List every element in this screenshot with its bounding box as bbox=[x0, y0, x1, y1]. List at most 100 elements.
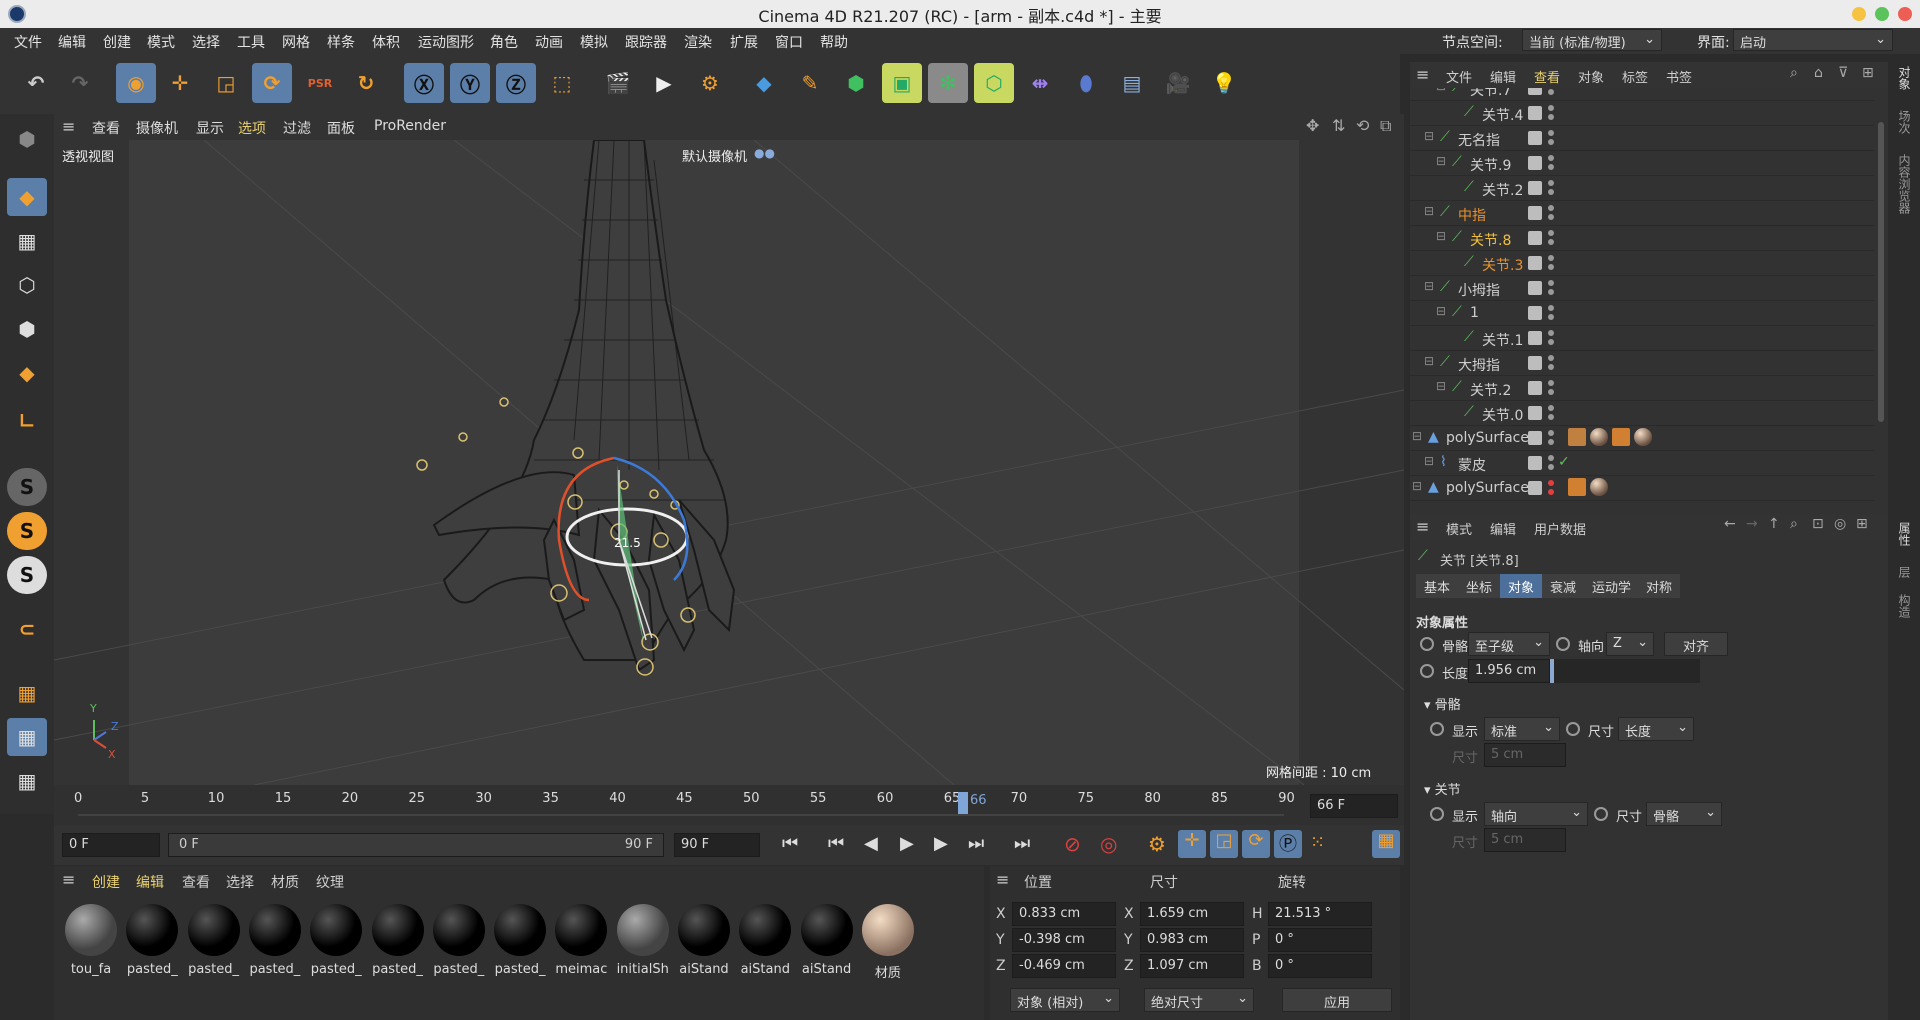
axis-mode-icon[interactable]: ∟ bbox=[7, 402, 47, 440]
layer-color-icon[interactable] bbox=[1528, 231, 1542, 245]
scale-icon[interactable]: ◲ bbox=[206, 63, 246, 103]
tab-symmetry[interactable]: 对称 bbox=[1638, 574, 1681, 598]
material-swatch[interactable]: meimac bbox=[552, 900, 610, 990]
snap-settings-icon[interactable]: S bbox=[7, 512, 47, 550]
search-icon[interactable]: ⌕ bbox=[1790, 65, 1798, 81]
object-row[interactable]: ⊟ ⌇ 蒙皮 ✓ bbox=[1410, 451, 1874, 476]
perspective-viewport[interactable]: 透视视图 默认摄像机 ●● 21.5 Y Z X 网格间距 : 10 cm bbox=[54, 140, 1404, 785]
coord-rotation-field[interactable]: 21.513 ° bbox=[1268, 902, 1372, 926]
coord-size-field[interactable]: 1.097 cm bbox=[1140, 954, 1244, 978]
menu-mode[interactable]: 模式 bbox=[147, 32, 175, 52]
material-swatch[interactable]: pasted_ bbox=[185, 900, 243, 990]
move-icon[interactable]: ✛ bbox=[160, 63, 200, 103]
strip-tab-attributes[interactable]: 属性 bbox=[1896, 522, 1913, 546]
coord-size-field[interactable]: 0.983 cm bbox=[1140, 928, 1244, 952]
close-button[interactable] bbox=[1898, 7, 1912, 21]
visibility-dots-icon[interactable] bbox=[1548, 330, 1554, 346]
extrude-icon[interactable]: ▣ bbox=[882, 63, 922, 103]
bone-size-dropdown[interactable]: 长度 ⌄ bbox=[1618, 717, 1694, 741]
hamburger-icon[interactable]: ≡ bbox=[1416, 517, 1429, 536]
autokey-icon[interactable]: ◎ bbox=[1100, 832, 1117, 856]
y-axis-lock-icon[interactable]: Ⓨ bbox=[450, 63, 490, 103]
undo-icon[interactable]: ↶ bbox=[16, 63, 56, 103]
material-menu-select[interactable]: 选择 bbox=[226, 872, 254, 892]
layer-color-icon[interactable] bbox=[1528, 306, 1542, 320]
visibility-dots-icon[interactable] bbox=[1548, 155, 1554, 171]
deformer-icon[interactable]: ⇹ bbox=[1020, 63, 1060, 103]
menu-mesh[interactable]: 网格 bbox=[282, 32, 310, 52]
lock-workplane-icon[interactable]: ▦ bbox=[7, 718, 47, 756]
layer-color-icon[interactable] bbox=[1528, 356, 1542, 370]
length-radio[interactable] bbox=[1420, 664, 1434, 678]
visibility-dots-icon[interactable] bbox=[1548, 105, 1554, 121]
visibility-dots-icon[interactable] bbox=[1548, 305, 1554, 321]
menu-render[interactable]: 渲染 bbox=[684, 32, 712, 52]
edges-mode-icon[interactable]: ⬢ bbox=[7, 310, 47, 348]
tag-material-icon[interactable] bbox=[1590, 428, 1608, 446]
layer-color-icon[interactable] bbox=[1528, 88, 1542, 95]
layer-color-icon[interactable] bbox=[1528, 431, 1542, 445]
menu-tools[interactable]: 工具 bbox=[237, 32, 265, 52]
menu-extensions[interactable]: 扩展 bbox=[730, 32, 758, 52]
size-mode-dropdown[interactable]: 绝对尺寸 ⌄ bbox=[1144, 988, 1254, 1012]
menu-select[interactable]: 选择 bbox=[192, 32, 220, 52]
bone-radio[interactable] bbox=[1420, 637, 1434, 651]
tab-coord[interactable]: 坐标 bbox=[1458, 574, 1501, 598]
hamburger-icon[interactable]: ≡ bbox=[62, 117, 75, 136]
visibility-dots-icon[interactable] bbox=[1548, 480, 1554, 496]
joint-display-radio[interactable] bbox=[1430, 807, 1444, 821]
redo-icon[interactable]: ↷ bbox=[60, 63, 100, 103]
menu-animate[interactable]: 动画 bbox=[535, 32, 563, 52]
new-window-icon[interactable]: ⊞ bbox=[1862, 65, 1874, 81]
expand-toggle-icon[interactable]: ⊟ bbox=[1436, 304, 1446, 318]
tag-checker-icon[interactable] bbox=[1568, 428, 1586, 446]
material-swatch[interactable]: aiStand bbox=[798, 900, 856, 990]
expand-toggle-icon[interactable]: ⊟ bbox=[1436, 88, 1446, 93]
layer-color-icon[interactable] bbox=[1528, 406, 1542, 420]
layer-color-icon[interactable] bbox=[1528, 456, 1542, 470]
next-frame-icon[interactable]: ▶ bbox=[934, 833, 948, 854]
material-swatch[interactable]: pasted_ bbox=[123, 900, 181, 990]
pen-icon[interactable]: ✎ bbox=[790, 63, 830, 103]
menu-tracker[interactable]: 跟踪器 bbox=[625, 32, 667, 52]
strip-tab-layers[interactable]: 层 bbox=[1896, 566, 1913, 578]
viewport-menu-prorender[interactable]: ProRender bbox=[374, 118, 446, 134]
tab-basic[interactable]: 基本 bbox=[1416, 574, 1459, 598]
subdivision-icon[interactable]: ⬢ bbox=[836, 63, 876, 103]
layout-dropdown[interactable]: 启动 ⌄ bbox=[1733, 29, 1893, 51]
expand-toggle-icon[interactable]: ⊟ bbox=[1424, 454, 1434, 468]
viewport-menu-filter[interactable]: 过滤 bbox=[283, 118, 311, 138]
keyframe-selection-icon[interactable]: ⚙ bbox=[1148, 832, 1166, 856]
attribute-menu-mode[interactable]: 模式 bbox=[1446, 519, 1472, 538]
material-swatch[interactable]: aiStand bbox=[736, 900, 794, 990]
expand-toggle-icon[interactable]: ⊟ bbox=[1424, 129, 1434, 143]
visibility-dots-icon[interactable] bbox=[1548, 130, 1554, 146]
make-editable-icon[interactable]: ⬢ bbox=[7, 120, 47, 158]
object-menu-edit[interactable]: 编辑 bbox=[1490, 67, 1516, 86]
cube-icon[interactable]: ◆ bbox=[744, 63, 784, 103]
live-select-icon[interactable]: ◉ bbox=[116, 63, 156, 103]
visibility-dots-icon[interactable] bbox=[1548, 88, 1554, 96]
object-row[interactable]: ⊟ ⟋ 无名指 bbox=[1410, 126, 1874, 151]
coord-mode-dropdown[interactable]: 对象 (相对) ⌄ bbox=[1010, 988, 1120, 1012]
key-position-icon[interactable]: ✛ bbox=[1178, 830, 1206, 858]
layer-color-icon[interactable] bbox=[1528, 131, 1542, 145]
coord-position-field[interactable]: -0.398 cm bbox=[1012, 928, 1116, 952]
expand-toggle-icon[interactable]: ⊟ bbox=[1412, 479, 1422, 493]
search-icon[interactable]: ⌕ bbox=[1790, 516, 1798, 532]
material-menu-texture[interactable]: 纹理 bbox=[316, 872, 344, 892]
tag-eye-icon[interactable] bbox=[1568, 478, 1586, 496]
layer-color-icon[interactable] bbox=[1528, 381, 1542, 395]
filter-icon[interactable]: ⊽ bbox=[1838, 65, 1848, 81]
expand-toggle-icon[interactable]: ⊟ bbox=[1436, 154, 1446, 168]
object-row[interactable]: ⊟ ▲ polySurface bbox=[1410, 426, 1874, 451]
key-pla-icon[interactable]: ⁙ bbox=[1310, 832, 1325, 853]
mograph-array-icon[interactable]: ⬡ bbox=[974, 63, 1014, 103]
tag-eye-icon[interactable] bbox=[1612, 428, 1630, 446]
length-field[interactable]: 1.956 cm bbox=[1468, 659, 1550, 683]
visibility-dots-icon[interactable] bbox=[1548, 280, 1554, 296]
viewport-menu-cameras[interactable]: 摄像机 bbox=[136, 118, 178, 138]
key-rotation-icon[interactable]: ⟳ bbox=[1242, 830, 1270, 858]
visibility-dots-icon[interactable] bbox=[1548, 255, 1554, 271]
render-view-icon[interactable]: 🎬 bbox=[598, 63, 638, 103]
